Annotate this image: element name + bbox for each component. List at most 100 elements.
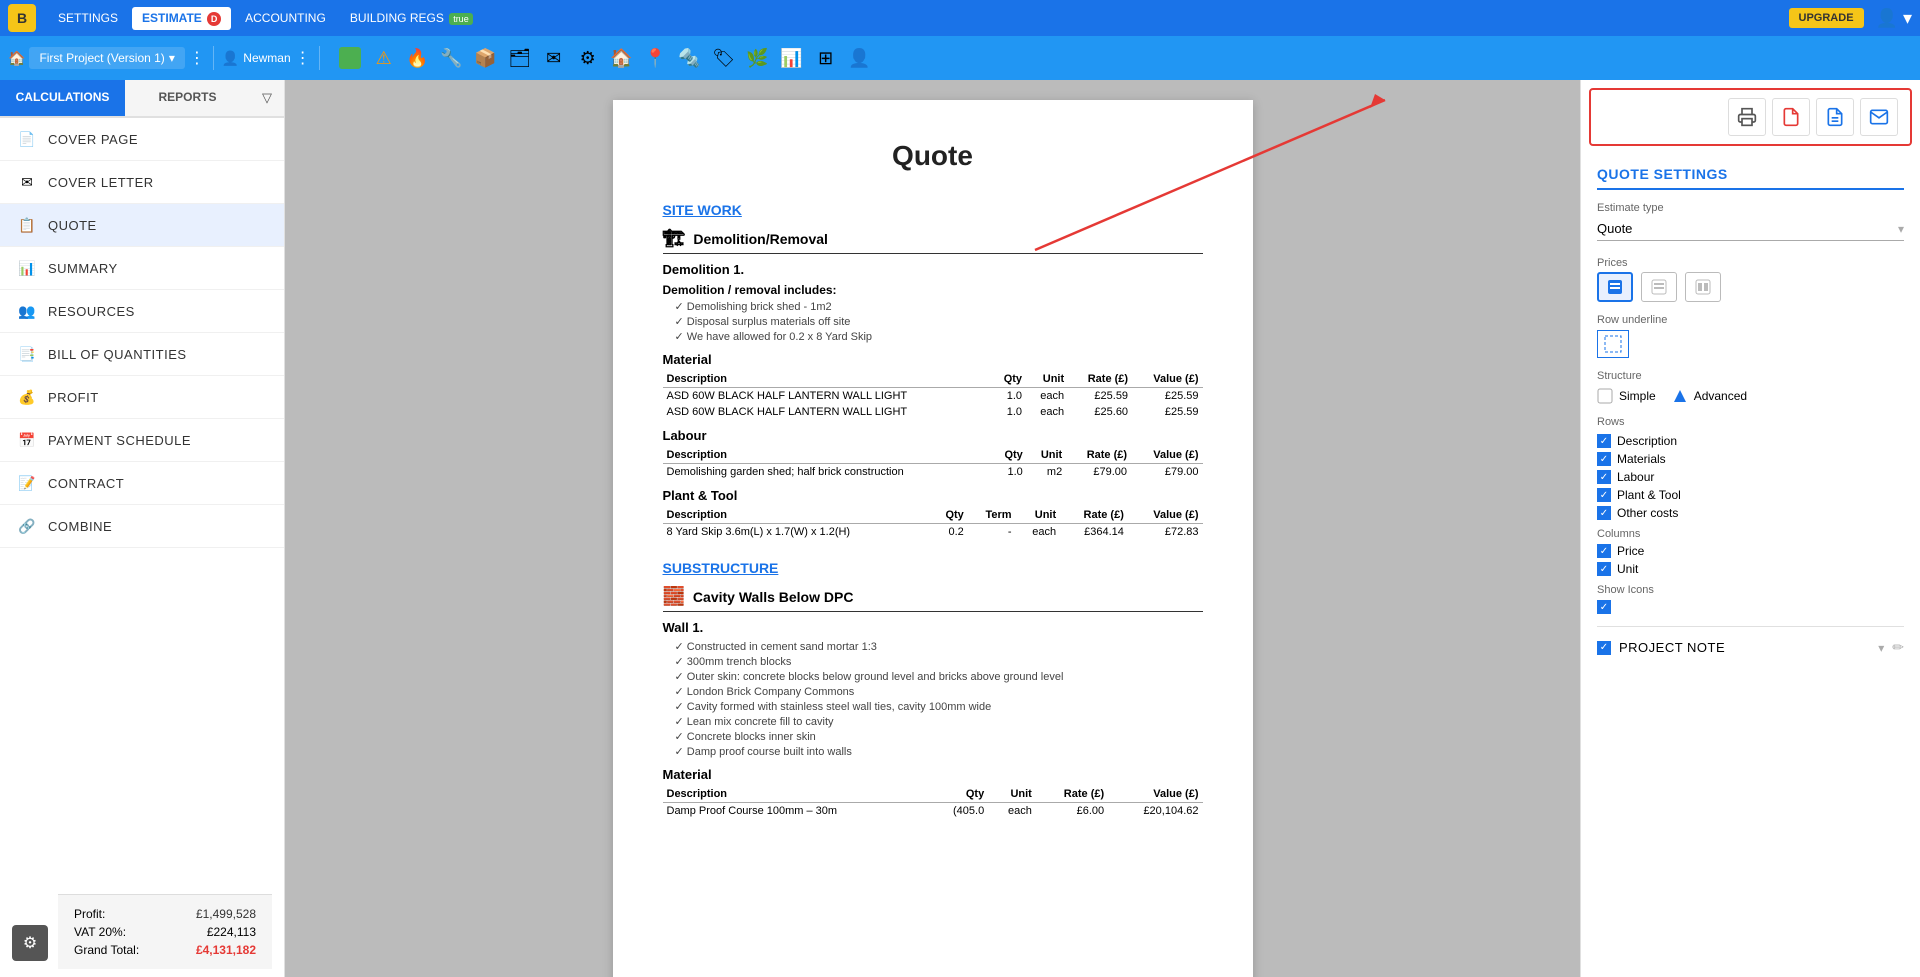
vat-label: VAT 20%: <box>74 925 126 939</box>
plant-col-qty: Qty <box>931 507 968 524</box>
cb-description[interactable]: ✓ <box>1597 434 1611 448</box>
roof-icon[interactable]: 🏠 <box>608 44 636 72</box>
cb-project-note[interactable]: ✓ <box>1597 641 1611 655</box>
sidebar-item-cover-letter[interactable]: ✉ Cover Letter <box>0 161 284 204</box>
flame-icon[interactable]: 🔥 <box>404 44 432 72</box>
price-btn-3[interactable] <box>1685 272 1721 302</box>
checkbox-materials[interactable]: ✓ Materials <box>1597 452 1904 466</box>
settings-button[interactable]: ⚙ <box>12 925 48 961</box>
user-icon[interactable]: 👤 ▾ <box>1876 8 1912 29</box>
location-icon[interactable]: 📍 <box>642 44 670 72</box>
table-row: 8 Yard Skip 3.6m(L) x 1.7(W) x 1.2(H) 0.… <box>663 524 1203 541</box>
content-area: Quote Site Work 🏗 Demolition/Removal Dem… <box>285 80 1580 977</box>
wrench-icon[interactable]: ⚙ <box>574 44 602 72</box>
mat2-row1-rate: £6.00 <box>1036 803 1108 820</box>
tab-reports[interactable]: REPORTS <box>125 80 250 116</box>
structure-simple[interactable]: Simple <box>1597 388 1656 404</box>
mat2-col-rate: Rate (£) <box>1036 786 1108 803</box>
tools-icon[interactable]: 🔧 <box>438 44 466 72</box>
pipe-icon[interactable]: 🔩 <box>676 44 704 72</box>
cover-page-icon: 📄 <box>16 128 38 150</box>
quote-label: Quote <box>48 218 97 233</box>
checkbox-other-costs[interactable]: ✓ Other costs <box>1597 506 1904 520</box>
sidebar-item-contract[interactable]: 📝 Contract <box>0 462 284 505</box>
price-btn-2[interactable] <box>1641 272 1677 302</box>
box-icon[interactable]: 📦 <box>472 44 500 72</box>
print-button[interactable] <box>1728 98 1766 136</box>
sidebar-item-quote[interactable]: 📋 Quote <box>0 204 284 247</box>
mat2-row1-qty: (405.0 <box>930 803 989 820</box>
project-selector[interactable]: First Project (Version 1) ▾ <box>29 47 184 69</box>
checkbox-plant-tool[interactable]: ✓ Plant & Tool <box>1597 488 1904 502</box>
grand-value: £4,131,182 <box>196 943 256 957</box>
warning-icon[interactable]: ⚠ <box>370 44 398 72</box>
sidebar-item-combine[interactable]: 🔗 Combine <box>0 505 284 548</box>
mat2-col-unit: Unit <box>988 786 1036 803</box>
checkbox-show-icons[interactable]: ✓ <box>1597 600 1904 614</box>
mat-row2-unit: each <box>1026 404 1068 420</box>
nav-settings[interactable]: SETTINGS <box>48 7 128 29</box>
cb-other-costs[interactable]: ✓ <box>1597 506 1611 520</box>
lab-row1-desc: Demolishing garden shed; half brick cons… <box>663 464 992 481</box>
toolbar-icons: ⚠ 🔥 🔧 📦 🗂 ✉ ⚙ 🏠 📍 🔩 🏷 🌿 📊 ⊞ 👤 <box>336 44 874 72</box>
cb-labour-label: Labour <box>1617 470 1654 484</box>
mat2-row1-desc: Damp Proof Course 100mm – 30m <box>663 803 930 820</box>
tab-calculations[interactable]: CALCULATIONS <box>0 80 125 116</box>
lab-col-value: Value (£) <box>1131 447 1202 464</box>
price-btn-1[interactable] <box>1597 272 1633 302</box>
checkbox-description[interactable]: ✓ Description <box>1597 434 1904 448</box>
show-icons-label: Show Icons <box>1597 584 1904 596</box>
estimate-badge: D <box>207 12 221 26</box>
checkbox-labour[interactable]: ✓ Labour <box>1597 470 1904 484</box>
cb-labour[interactable]: ✓ <box>1597 470 1611 484</box>
layers-icon[interactable]: 🗂 <box>506 44 534 72</box>
mat-row1-value: £25.59 <box>1132 388 1202 405</box>
email-button[interactable] <box>1860 98 1898 136</box>
structure-options: Simple Advanced <box>1597 388 1904 404</box>
structure-advanced[interactable]: Advanced <box>1672 388 1747 404</box>
cb-materials[interactable]: ✓ <box>1597 452 1611 466</box>
pdf-button[interactable] <box>1772 98 1810 136</box>
grand-total-row: Grand Total: £4,131,182 <box>74 941 256 959</box>
wall-check-1: Constructed in cement sand mortar 1:3 <box>663 639 1203 654</box>
nav-building-regs[interactable]: BUILDING REGS true <box>340 7 483 29</box>
word-button[interactable] <box>1816 98 1854 136</box>
project-note-row: ✓ Project Note ▾ ✏ <box>1597 639 1904 656</box>
envelope-icon[interactable]: ✉ <box>540 44 568 72</box>
filter-icon[interactable]: ▽ <box>250 80 284 116</box>
user-menu-icon[interactable]: ⋮ <box>295 48 311 68</box>
sidebar-item-resources[interactable]: 👥 Resources <box>0 290 284 333</box>
upgrade-button[interactable]: UPGRADE <box>1789 8 1864 28</box>
sidebar-item-profit[interactable]: 💰 Profit <box>0 376 284 419</box>
mat-row1-rate: £25.59 <box>1068 388 1132 405</box>
cb-plant-tool[interactable]: ✓ <box>1597 488 1611 502</box>
sidebar-item-summary[interactable]: 📊 Summary <box>0 247 284 290</box>
project-menu-icon[interactable]: ⋮ <box>189 48 205 68</box>
mat-col-value: Value (£) <box>1132 371 1202 388</box>
nav-accounting[interactable]: ACCOUNTING <box>235 7 336 29</box>
plant-col-term: Term <box>968 507 1016 524</box>
discount-icon[interactable]: 🏷 <box>710 44 738 72</box>
chart-icon[interactable]: 📊 <box>778 44 806 72</box>
cb-price[interactable]: ✓ <box>1597 544 1611 558</box>
row-underline-button[interactable] <box>1597 330 1629 358</box>
nav-estimate[interactable]: ESTIMATE D <box>132 7 231 30</box>
project-note-edit-icon[interactable]: ✏ <box>1892 639 1904 656</box>
sidebar-item-bill-of-quantities[interactable]: 📑 Bill of Quantities <box>0 333 284 376</box>
sidebar-item-payment-schedule[interactable]: 📅 Payment Schedule <box>0 419 284 462</box>
payment-label: Payment Schedule <box>48 433 191 448</box>
cb-show-icons[interactable]: ✓ <box>1597 600 1611 614</box>
checkbox-unit[interactable]: ✓ Unit <box>1597 562 1904 576</box>
person-icon[interactable]: 👤 <box>846 44 874 72</box>
estimate-type-dropdown-icon[interactable]: ▾ <box>1898 222 1904 236</box>
combine-icon: 🔗 <box>16 515 38 537</box>
project-note-collapse-icon[interactable]: ▾ <box>1878 641 1884 655</box>
leaf-icon[interactable]: 🌿 <box>744 44 772 72</box>
row-underline-label: Row underline <box>1597 314 1904 326</box>
user-name[interactable]: Newman <box>243 51 290 65</box>
checkbox-price[interactable]: ✓ Price <box>1597 544 1904 558</box>
cb-unit[interactable]: ✓ <box>1597 562 1611 576</box>
map-icon[interactable] <box>336 44 364 72</box>
sidebar-item-cover-page[interactable]: 📄 Cover Page <box>0 118 284 161</box>
grid-icon[interactable]: ⊞ <box>812 44 840 72</box>
